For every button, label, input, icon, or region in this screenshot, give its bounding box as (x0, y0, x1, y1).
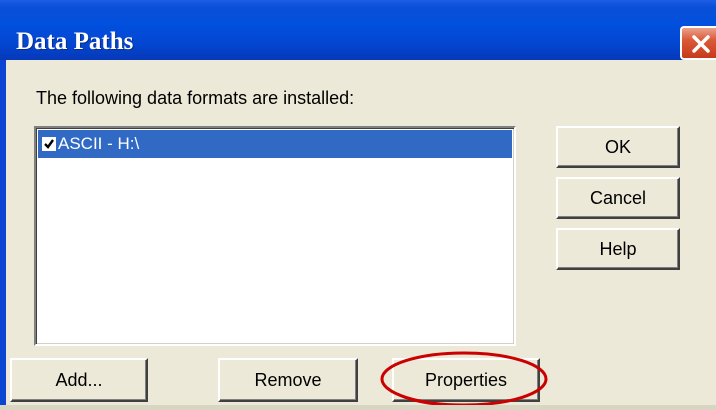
add-button[interactable]: Add... (10, 358, 148, 402)
help-button[interactable]: Help (556, 228, 680, 270)
annotation-ellipse (380, 351, 548, 407)
window-bottom-border (0, 405, 716, 410)
close-icon (692, 35, 710, 53)
list-item[interactable]: ASCII - H:\ (38, 130, 512, 158)
checkmark-icon (44, 139, 54, 149)
data-formats-listbox[interactable]: ASCII - H:\ (34, 126, 516, 346)
list-item-label: ASCII - H:\ (58, 134, 140, 153)
remove-button[interactable]: Remove (218, 358, 358, 402)
ok-button[interactable]: OK (556, 126, 680, 168)
title-bar[interactable]: Data Paths (0, 0, 716, 60)
close-button[interactable] (680, 26, 716, 60)
window-left-border (0, 60, 6, 410)
format-checkbox[interactable] (42, 137, 56, 151)
installed-formats-label: The following data formats are installed… (36, 88, 355, 108)
window-title: Data Paths (16, 28, 134, 55)
cancel-button[interactable]: Cancel (556, 177, 680, 219)
